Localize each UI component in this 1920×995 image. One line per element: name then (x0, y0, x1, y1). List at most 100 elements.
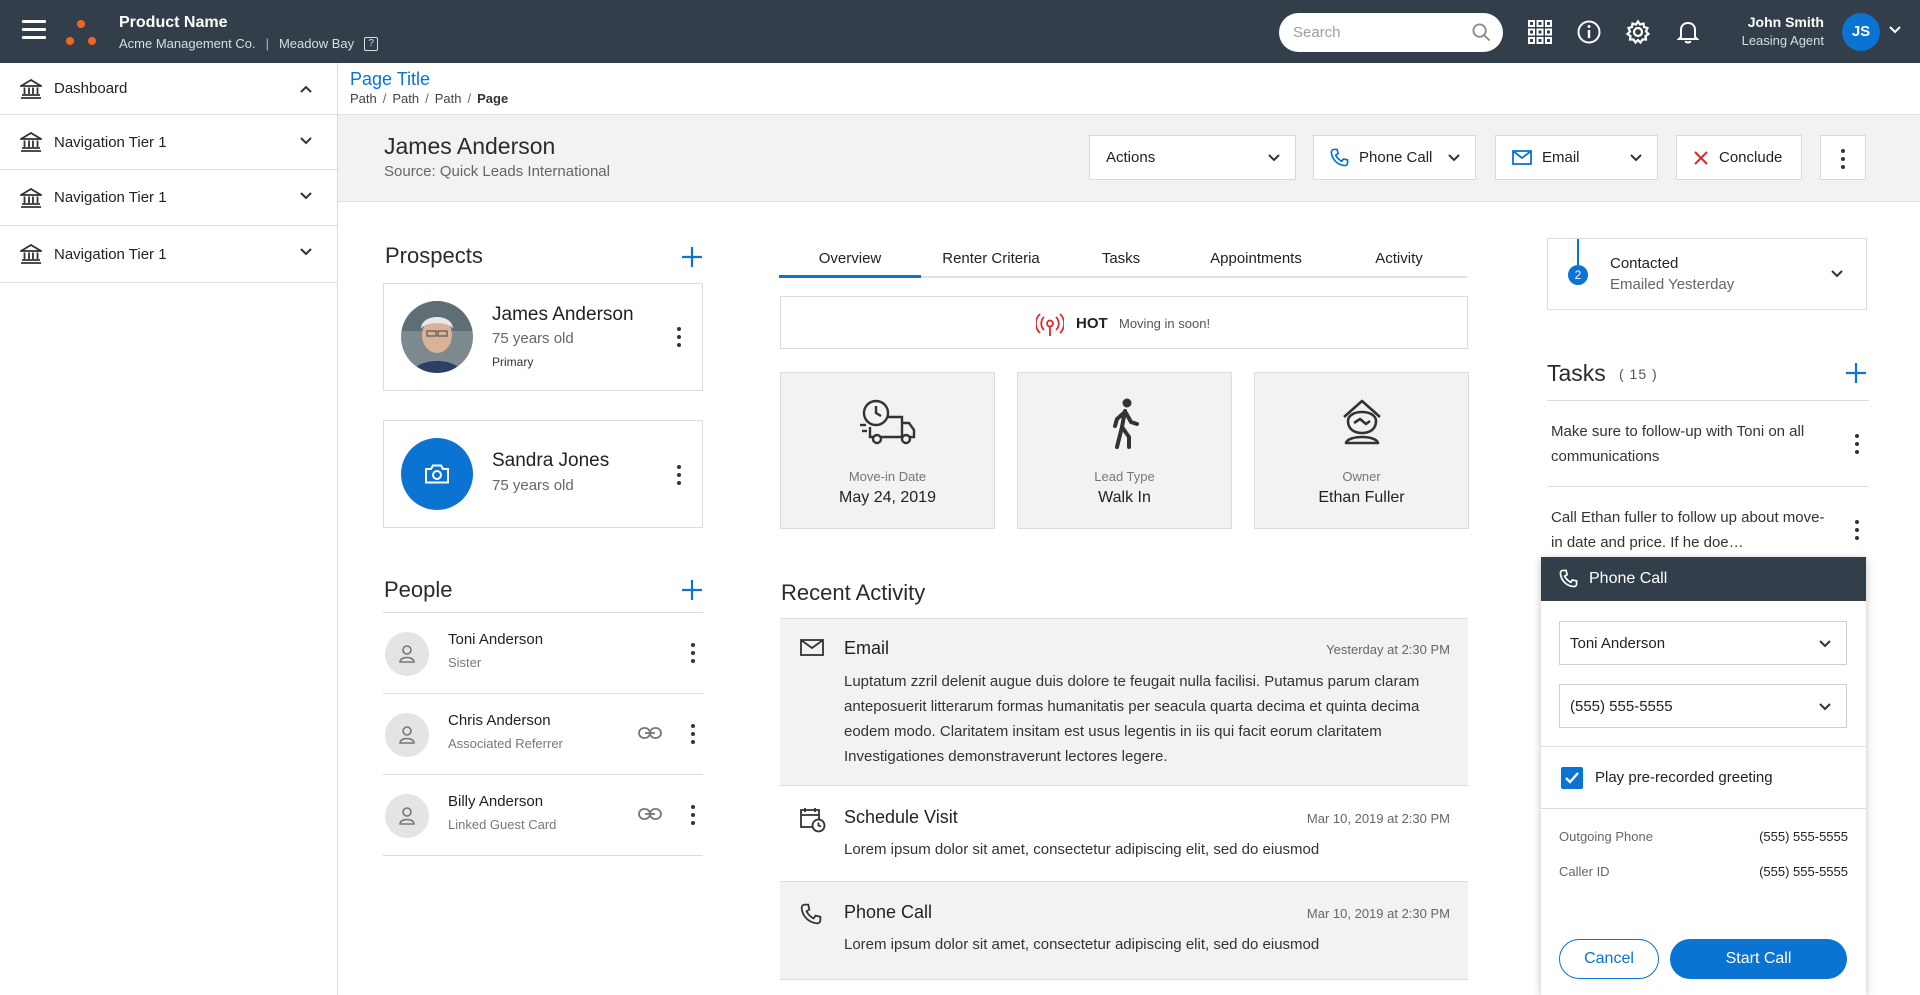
kebab-icon[interactable] (690, 724, 696, 746)
conclude-button[interactable]: Conclude (1676, 135, 1802, 180)
stat-value: May 24, 2019 (839, 489, 936, 506)
activity-title: Phone Call (844, 902, 933, 922)
sidebar-item-navigation-tier-1[interactable]: Navigation Tier 1 (0, 226, 337, 283)
signal-icon (1036, 313, 1064, 336)
actions-dropdown[interactable]: Actions (1089, 135, 1296, 180)
phone-icon (800, 903, 822, 925)
kebab-icon[interactable] (1854, 434, 1860, 456)
user-avatar[interactable]: JS (1842, 13, 1880, 51)
kebab-icon[interactable] (690, 805, 696, 827)
person-row[interactable]: Billy Anderson Linked Guest Card (383, 775, 703, 856)
chevron-up-icon[interactable] (299, 84, 313, 94)
tab-activity[interactable]: Activity (1331, 250, 1467, 267)
property-name[interactable]: Meadow Bay (279, 36, 354, 51)
sidebar-item-dashboard[interactable]: Dashboard (0, 63, 337, 115)
activity-body: Lorem ipsum dolor sit amet, consectetur … (844, 936, 1320, 953)
person-role: Associated Referrer (448, 736, 563, 751)
activity-item-phone-call[interactable]: Phone Call Mar 10, 2019 at 2:30 PM Lorem… (780, 881, 1468, 980)
kebab-icon[interactable] (676, 465, 682, 487)
bank-icon (20, 132, 42, 152)
outgoing-phone-label: Outgoing Phone (1559, 829, 1653, 844)
start-call-button[interactable]: Start Call (1670, 939, 1847, 979)
lead-name: James Anderson (384, 133, 556, 159)
task-item[interactable]: Make sure to follow-up with Toni on all … (1547, 400, 1869, 486)
tab-renter-criteria[interactable]: Renter Criteria (921, 250, 1061, 267)
help-icon[interactable]: ? (364, 36, 379, 51)
camera-icon[interactable] (401, 438, 473, 510)
breadcrumb-link[interactable]: Path (435, 91, 462, 106)
conclude-label: Conclude (1719, 149, 1783, 166)
hamburger-menu-icon[interactable] (22, 20, 46, 42)
search-input[interactable] (1279, 13, 1459, 52)
activity-item-email[interactable]: Email Yesterday at 2:30 PM Luptatum zzri… (780, 618, 1468, 785)
caller-id-label: Caller ID (1559, 864, 1610, 879)
add-task-icon[interactable] (1845, 362, 1867, 384)
chevron-down-icon[interactable] (299, 247, 313, 257)
more-options-button[interactable] (1820, 135, 1866, 180)
envelope-icon (1512, 150, 1532, 165)
link-icon[interactable] (638, 726, 662, 740)
chevron-down-icon[interactable] (299, 191, 313, 201)
search-icon[interactable] (1472, 23, 1491, 42)
person-row[interactable]: Toni Anderson Sister (383, 613, 703, 694)
tab-overview[interactable]: Overview (779, 250, 921, 267)
add-prospect-icon[interactable] (681, 246, 703, 268)
add-person-icon[interactable] (681, 579, 703, 601)
prospect-card[interactable]: James Anderson 75 years old Primary (383, 283, 703, 391)
kebab-icon[interactable] (676, 327, 682, 349)
prospect-card[interactable]: Sandra Jones 75 years old (383, 420, 703, 528)
greeting-checkbox[interactable] (1561, 767, 1583, 789)
kebab-icon[interactable] (690, 643, 696, 665)
envelope-icon (800, 639, 824, 656)
person-row[interactable]: Chris Anderson Associated Referrer (383, 694, 703, 775)
chevron-down-icon[interactable] (1888, 25, 1902, 35)
activity-item-schedule-visit[interactable]: Schedule Visit Mar 10, 2019 at 2:30 PM L… (780, 785, 1468, 881)
bank-icon (20, 244, 42, 264)
contact-select[interactable]: Toni Anderson (1559, 621, 1847, 665)
cancel-button[interactable]: Cancel (1559, 939, 1659, 979)
bank-icon (20, 187, 42, 208)
bell-icon[interactable] (1675, 19, 1701, 45)
hot-subtext: Moving in soon! (1119, 316, 1211, 331)
sidebar-item-navigation-tier-1[interactable]: Navigation Tier 1 (0, 115, 337, 170)
lead-status-dropdown[interactable]: 2 Contacted Emailed Yesterday (1547, 238, 1867, 310)
phone-call-button[interactable]: Phone Call (1313, 135, 1476, 180)
status-step-badge: 2 (1568, 265, 1588, 285)
recent-activity-title: Recent Activity (781, 580, 926, 605)
divider (1541, 746, 1866, 747)
breadcrumb-link[interactable]: Path (350, 91, 377, 106)
sidebar-item-navigation-tier-1[interactable]: Navigation Tier 1 (0, 170, 337, 226)
owner-icon (1342, 399, 1381, 445)
apps-grid-icon[interactable] (1527, 19, 1553, 45)
prospect-age: 75 years old (492, 477, 574, 494)
phone-call-panel-header: Phone Call (1541, 557, 1866, 601)
tab-appointments[interactable]: Appointments (1181, 250, 1331, 267)
avatar (385, 794, 429, 838)
tab-tasks[interactable]: Tasks (1061, 250, 1181, 267)
info-icon[interactable] (1576, 19, 1602, 45)
user-info[interactable]: John Smith Leasing Agent (1700, 14, 1824, 48)
person-name: Billy Anderson (448, 793, 544, 810)
page-title: Page Title (350, 69, 431, 89)
avatar (385, 632, 429, 676)
gear-icon[interactable] (1625, 19, 1651, 45)
breadcrumb-link[interactable]: Path (392, 91, 419, 106)
activity-body: Luptatum zzril delenit augue duis dolore… (844, 673, 1420, 765)
actions-label: Actions (1106, 149, 1156, 166)
contact-select-value: Toni Anderson (1570, 635, 1666, 652)
phone-call-panel-title: Phone Call (1589, 570, 1668, 587)
tasks-title: Tasks (1547, 360, 1606, 386)
link-icon[interactable] (638, 807, 662, 821)
bank-icon (20, 78, 42, 99)
product-name: Product Name (119, 14, 228, 31)
task-item[interactable]: Call Ethan fuller to follow up about mov… (1547, 486, 1869, 557)
chevron-down-icon (1819, 703, 1831, 711)
walking-person-icon (1112, 398, 1139, 449)
top-bar: Product Name Acme Management Co. | Meado… (0, 0, 1920, 63)
email-button[interactable]: Email (1495, 135, 1658, 180)
calendar-clock-icon (800, 808, 826, 833)
divider (1541, 808, 1866, 809)
phone-number-select[interactable]: (555) 555-5555 (1559, 684, 1847, 728)
kebab-icon[interactable] (1854, 520, 1860, 542)
chevron-down-icon[interactable] (299, 136, 313, 146)
